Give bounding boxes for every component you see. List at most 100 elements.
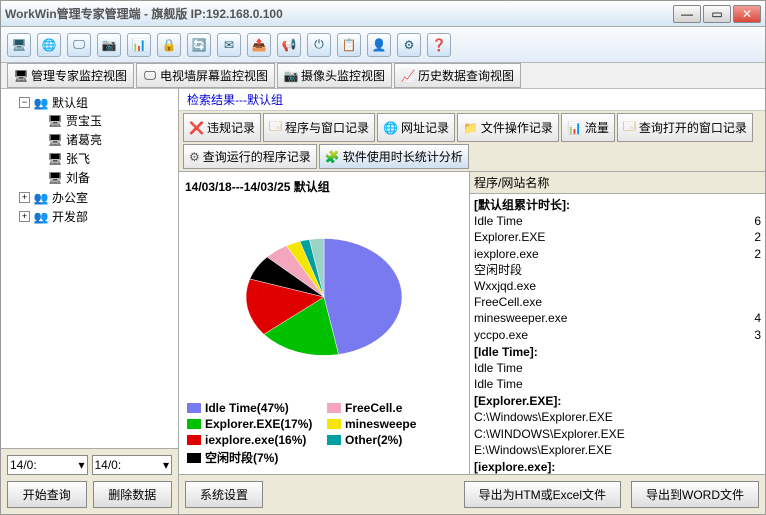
legend-item: Explorer.EXE(17%) <box>187 417 321 431</box>
tab-icon: 🗔 <box>623 117 636 138</box>
user-icon[interactable]: 👤 <box>367 33 391 57</box>
computer-icon: 🖥 <box>47 170 63 186</box>
lock-icon[interactable]: 🔒 <box>157 33 181 57</box>
record-tab[interactable]: 🗔查询打开的窗口记录 <box>617 113 753 142</box>
group-icon: 👥 <box>33 95 49 111</box>
close-button[interactable]: ✕ <box>733 5 761 23</box>
tab-icon: 🧩 <box>325 150 340 164</box>
main-toolbar: 🖥 🌐 🖵 📷 📊 🔒 🔄 ✉ 📤 📢 ⏻ 📋 👤 ⚙ ❓ <box>1 27 765 63</box>
detail-group-title: [iexplore.exe]: <box>474 459 761 474</box>
refresh-icon[interactable]: 🔄 <box>187 33 211 57</box>
minimize-button[interactable]: — <box>673 5 701 23</box>
tree-node[interactable]: 🖥刘备 <box>33 169 174 186</box>
detail-row[interactable]: yccpo.exe3 <box>474 327 761 343</box>
globe-icon[interactable]: 🌐 <box>37 33 61 57</box>
pie-slice <box>324 239 402 355</box>
legend-swatch <box>327 403 341 413</box>
settings-icon[interactable]: ⚙ <box>397 33 421 57</box>
group-icon: 👥 <box>33 190 49 206</box>
record-tab[interactable]: 🌐网址记录 <box>377 113 455 142</box>
history-icon: 📈 <box>401 69 415 83</box>
tree-node[interactable]: 🖥贾宝玉 <box>33 112 174 129</box>
tab-wall-view[interactable]: 🖵电视墙屏幕监控视图 <box>136 63 275 88</box>
legend-item: iexplore.exe(16%) <box>187 433 321 447</box>
detail-group-title: [Idle Time]: <box>474 344 761 360</box>
legend-swatch <box>187 453 201 463</box>
tab-icon: ❌ <box>189 121 204 135</box>
tab-icon: 🌐 <box>383 121 398 135</box>
send-icon[interactable]: 📤 <box>247 33 271 57</box>
chart-legend: Idle Time(47%)FreeCell.eExplorer.EXE(17%… <box>183 397 465 470</box>
maximize-button[interactable]: ▭ <box>703 5 731 23</box>
tab-monitor-view[interactable]: 🖥管理专家监控视图 <box>7 63 134 88</box>
record-tabs: ❌违规记录🗔程序与窗口记录🌐网址记录📁文件操作记录📊流量🗔查询打开的窗口记录 ⚙查… <box>179 111 765 172</box>
broadcast-icon[interactable]: 📢 <box>277 33 301 57</box>
power-icon[interactable]: ⏻ <box>307 33 331 57</box>
record-tab[interactable]: 🧩软件使用时长统计分析 <box>319 144 469 169</box>
date-to-input[interactable]: 14/0:▾ <box>92 455 173 475</box>
pie-chart <box>183 197 465 397</box>
delete-button[interactable]: 删除数据 <box>93 481 173 508</box>
help-icon[interactable]: ❓ <box>427 33 451 57</box>
screens-icon[interactable]: 🖵 <box>67 33 91 57</box>
expand-icon[interactable]: − <box>19 97 30 108</box>
tree-node[interactable]: 🖥张飞 <box>33 150 174 167</box>
sidebar: −👥默认组🖥贾宝玉 🖥诸葛亮 🖥张飞 🖥刘备 +👥办公室 +👥开发部 14/0:▾ 14/… <box>1 89 179 514</box>
tree-node[interactable]: 🖥诸葛亮 <box>33 131 174 148</box>
detail-row[interactable]: minesweeper.exe4 <box>474 310 761 326</box>
clipboard-icon[interactable]: 📋 <box>337 33 361 57</box>
detail-row[interactable]: E:\Windows\Explorer.EXE <box>474 442 761 458</box>
detail-row[interactable]: Idle Time <box>474 376 761 392</box>
export-word-button[interactable]: 导出到WORD文件 <box>631 481 759 508</box>
legend-swatch <box>187 419 201 429</box>
detail-row[interactable]: Idle Time6 <box>474 213 761 229</box>
legend-swatch <box>327 435 341 445</box>
computer-icon: 🖥 <box>47 151 63 167</box>
tab-icon: 🗔 <box>269 117 282 138</box>
computer-icon: 🖥 <box>47 113 63 129</box>
detail-group-title: [默认组累计时长]: <box>474 197 761 213</box>
record-tab[interactable]: 📁文件操作记录 <box>457 113 559 142</box>
detail-row[interactable]: Wxxjqd.exe <box>474 278 761 294</box>
detail-row[interactable]: C:\Windows\Explorer.EXE <box>474 409 761 425</box>
legend-swatch <box>187 435 201 445</box>
expand-icon[interactable]: + <box>19 192 30 203</box>
detail-row[interactable]: 空闲时段 <box>474 262 761 278</box>
chart-icon[interactable]: 📊 <box>127 33 151 57</box>
detail-row[interactable]: Idle Time <box>474 360 761 376</box>
record-tab[interactable]: ❌违规记录 <box>183 113 261 142</box>
message-icon[interactable]: ✉ <box>217 33 241 57</box>
expand-icon[interactable]: + <box>19 211 30 222</box>
record-tab[interactable]: ⚙查询运行的程序记录 <box>183 144 317 169</box>
title-bar: WorkWin管理专家管理端 - 旗舰版 IP:192.168.0.100 — … <box>1 1 765 27</box>
tab-camera-view[interactable]: 📷摄像头监控视图 <box>277 63 392 88</box>
group-icon: 👥 <box>33 209 49 225</box>
query-button[interactable]: 开始查询 <box>7 481 87 508</box>
tree-node[interactable]: +👥办公室 <box>19 189 174 206</box>
tree-node[interactable]: −👥默认组 <box>19 94 174 111</box>
detail-header: 程序/网站名称 <box>470 172 765 194</box>
detail-row[interactable]: Explorer.EXE2 <box>474 229 761 245</box>
export-excel-button[interactable]: 导出为HTM或Excel文件 <box>464 481 621 508</box>
chart-title: 14/03/18---14/03/25 默认组 <box>183 176 465 197</box>
monitor-icon[interactable]: 🖥 <box>7 33 31 57</box>
date-from-input[interactable]: 14/0:▾ <box>7 455 88 475</box>
legend-item: minesweepe <box>327 417 461 431</box>
detail-row[interactable]: iexplore.exe2 <box>474 246 761 262</box>
dropdown-icon: ▾ <box>163 458 169 472</box>
tab-icon: 📁 <box>463 121 478 135</box>
settings-button[interactable]: 系统设置 <box>185 481 263 508</box>
record-tab[interactable]: 📊流量 <box>561 113 615 142</box>
legend-swatch <box>187 403 201 413</box>
detail-row[interactable]: FreeCell.exe <box>474 294 761 310</box>
detail-list[interactable]: [默认组累计时长]:Idle Time6Explorer.EXE2iexplor… <box>470 194 765 474</box>
tab-icon: 📊 <box>567 121 582 135</box>
camera-icon[interactable]: 📷 <box>97 33 121 57</box>
client-tree[interactable]: −👥默认组🖥贾宝玉 🖥诸葛亮 🖥张飞 🖥刘备 +👥办公室 +👥开发部 <box>1 89 178 449</box>
legend-item: FreeCell.e <box>327 401 461 415</box>
tab-history-view[interactable]: 📈历史数据查询视图 <box>394 63 521 88</box>
record-tab[interactable]: 🗔程序与窗口记录 <box>263 113 375 142</box>
wall-icon: 🖵 <box>143 69 157 83</box>
detail-row[interactable]: C:\WINDOWS\Explorer.EXE <box>474 426 761 442</box>
tree-node[interactable]: +👥开发部 <box>19 208 174 225</box>
